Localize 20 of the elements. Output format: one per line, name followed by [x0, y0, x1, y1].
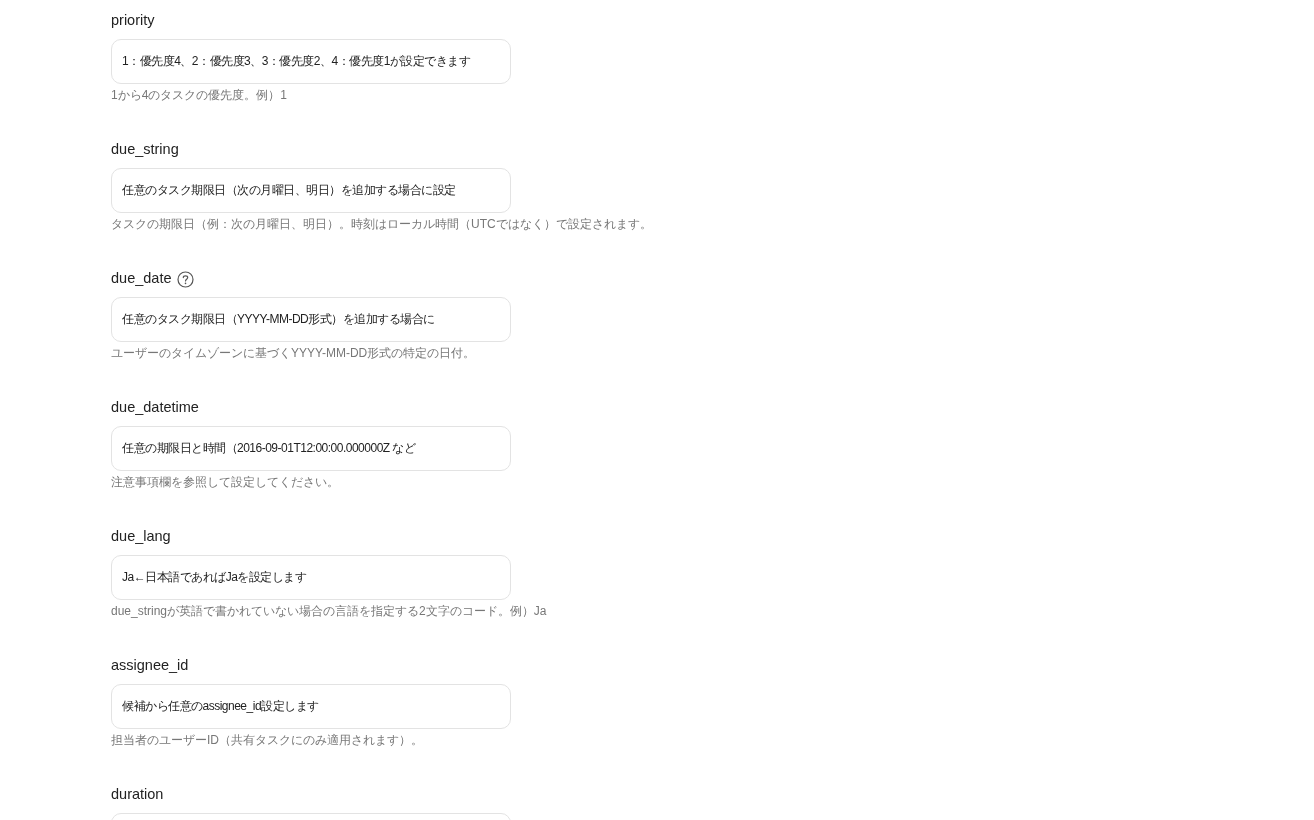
help-icon[interactable] [177, 271, 195, 288]
field-hint: ユーザーのタイムゾーンに基づくYYYY-MM-DD形式の特定の日付。 [111, 346, 477, 360]
field-hint: due_stringが英語で書かれていない場合の言語を指定する2文字のコード。例）Ja [111, 604, 548, 618]
field-label: due_lang [111, 528, 171, 544]
text-field[interactable]: 任意のタスク期限日（YYYY-MM-DD形式）を追加する場合に [111, 297, 511, 342]
field-hint: タスクの期限日（例：次の月曜日、明日）。時刻はローカル時間（UTCではなく）で設定されます。 [111, 217, 653, 231]
field-label: due_datetime [111, 399, 199, 415]
field-hint: 担当者のユーザーID（共有タスクにのみ適用されます）。 [111, 733, 424, 747]
field-label: assignee_id [111, 657, 189, 673]
text-field[interactable]: Ja←日本語であればJaを設定します [111, 555, 511, 600]
field-label: priority [111, 12, 155, 28]
field-hint: 1から4のタスクの優先度。例）1 [111, 88, 289, 102]
text-field[interactable]: 候補から任意のassignee_id設定します [111, 684, 511, 729]
field-label: due_date [111, 270, 172, 286]
text-field[interactable]: 任意のタスク期限日（次の月曜日、明日）を追加する場合に設定 [111, 168, 511, 213]
field-hint: 注意事項欄を参照して設定してください。 [111, 475, 340, 489]
text-field[interactable]: 1：優先度4、2：優先度3、3：優先度2、4：優先度1が設定できます [111, 39, 511, 84]
text-field[interactable]: 任意の期限日と時間（2016-09-01T12:00:00.000000Z など [111, 426, 511, 471]
field-label: due_string [111, 141, 179, 157]
field-label: duration [111, 786, 164, 802]
